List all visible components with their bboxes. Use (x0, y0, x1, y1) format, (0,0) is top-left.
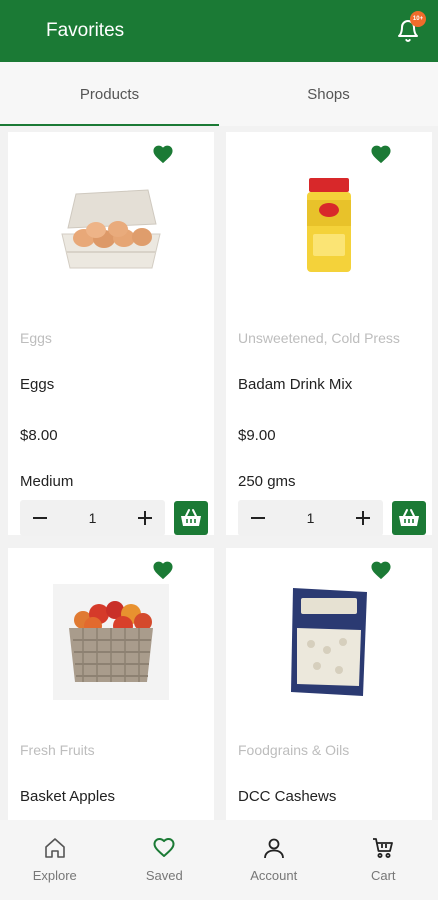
nav-label: Account (250, 868, 298, 883)
basket-icon (399, 509, 419, 526)
product-category: Foodgrains & Oils (238, 742, 350, 758)
product-price: $8.00 (20, 427, 58, 444)
product-name: Basket Apples (20, 788, 116, 805)
product-category: Unsweetened, Cold Press (238, 330, 400, 346)
nav-cart[interactable]: Cart (329, 820, 438, 900)
tab-products[interactable]: Products (0, 62, 219, 126)
product-category: Eggs (20, 330, 52, 346)
increment-button[interactable] (351, 506, 375, 530)
quantity-value: 1 (306, 510, 315, 526)
product-image-badam-drink-mix (226, 166, 432, 286)
decrement-button[interactable] (246, 506, 270, 530)
quantity-stepper: 1 (238, 500, 383, 536)
cart-icon (373, 838, 394, 858)
notifications-button[interactable]: 10+ (396, 11, 426, 43)
product-image-basket-apples (8, 582, 214, 702)
tab-bar: Products Shops (0, 62, 438, 126)
basket-icon (181, 509, 201, 526)
nav-label: Saved (145, 868, 183, 883)
notification-badge: 10+ (410, 11, 426, 27)
product-name: Eggs (20, 376, 55, 393)
add-to-basket-button[interactable] (174, 501, 208, 535)
nav-label: Cart (370, 868, 396, 883)
plus-icon (355, 511, 370, 525)
minus-icon (33, 517, 47, 519)
increment-button[interactable] (133, 506, 157, 530)
quantity-value: 1 (88, 510, 97, 526)
favorite-heart-icon[interactable] (152, 560, 174, 580)
quantity-stepper: 1 (20, 500, 165, 536)
favorite-heart-icon[interactable] (370, 560, 392, 580)
product-image-dcc-cashews (226, 582, 432, 702)
user-icon (263, 838, 284, 859)
product-card-dcc-cashews[interactable]: Foodgrains & Oils DCC Cashews (226, 548, 432, 820)
product-price: $9.00 (238, 427, 276, 444)
product-card-badam-drink-mix[interactable]: Unsweetened, Cold Press Badam Drink Mix … (226, 132, 432, 536)
bottom-navigation: Explore Saved Account Cart (0, 820, 438, 900)
product-name: DCC Cashews (238, 788, 337, 805)
tab-shops[interactable]: Shops (219, 62, 438, 126)
product-card-basket-apples[interactable]: Fresh Fruits Basket Apples (8, 548, 214, 820)
decrement-button[interactable] (28, 506, 52, 530)
favorite-heart-icon[interactable] (370, 144, 392, 164)
nav-label: Explore (32, 868, 77, 883)
nav-account[interactable]: Account (219, 820, 329, 900)
product-size: 250 gms (238, 473, 296, 490)
product-card-eggs[interactable]: Eggs Eggs $8.00 Medium 1 (8, 132, 214, 536)
add-to-basket-button[interactable] (392, 501, 426, 535)
plus-icon (137, 511, 152, 525)
page-title: Favorites (46, 20, 125, 41)
home-icon (44, 838, 65, 858)
app-bar: Favorites 10+ (0, 0, 438, 62)
nav-saved[interactable]: Saved (110, 820, 220, 900)
product-category: Fresh Fruits (20, 742, 95, 758)
favorite-heart-icon[interactable] (152, 144, 174, 164)
minus-icon (251, 517, 265, 519)
product-grid: Eggs Eggs $8.00 Medium 1 Unsweetened, Co… (0, 126, 438, 820)
heart-icon (153, 838, 175, 857)
product-name: Badam Drink Mix (238, 376, 353, 393)
nav-explore[interactable]: Explore (0, 820, 110, 900)
product-size: Medium (20, 473, 74, 490)
product-image-eggs (8, 166, 214, 286)
